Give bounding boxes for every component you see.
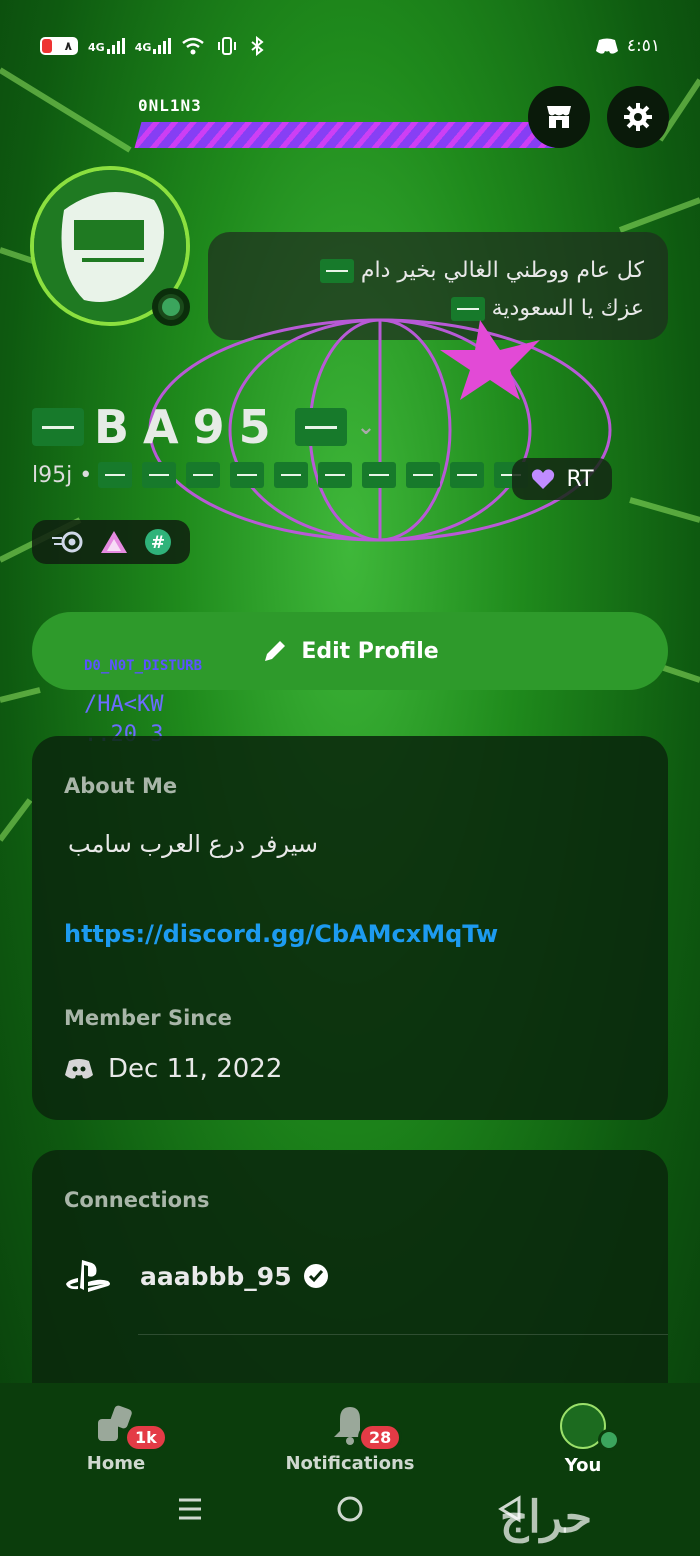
bottom-nav: 1k Home 28 Notifications You — [0, 1383, 700, 1556]
saudi-flag-icon — [406, 462, 441, 488]
signal-icon-2: 4G — [135, 38, 172, 54]
about-card: About Me سيرفر درع العرب سامب https://di… — [32, 736, 668, 1120]
member-since-date: Dec 11, 2022 — [108, 1054, 283, 1084]
edit-profile-button[interactable]: Edit Profile — [32, 612, 668, 690]
server-tag-label: RT — [566, 466, 594, 492]
display-name: BA95 — [94, 400, 285, 454]
tab-home[interactable]: 1k Home — [36, 1403, 196, 1474]
online-bar-decoration — [134, 122, 562, 148]
network-type-1: 4G — [88, 41, 105, 54]
triangle-badge-icon — [100, 531, 127, 553]
status-text-line1: كل عام ووطني الغالي بخير دام — [360, 258, 644, 283]
hack-line1: /HA<KW — [84, 692, 164, 717]
discord-icon — [65, 1059, 93, 1079]
gear-icon — [624, 103, 652, 131]
divider — [138, 1334, 668, 1335]
battery-icon: ٨ — [40, 37, 78, 55]
heart-icon — [532, 469, 555, 489]
member-since-row: Dec 11, 2022 — [64, 1054, 282, 1084]
chevron-down-icon[interactable]: ⌄ — [357, 415, 375, 440]
saudi-flag-icon — [450, 462, 485, 488]
edit-profile-label: Edit Profile — [301, 638, 439, 664]
status-left: ٨ 4G 4G — [40, 36, 265, 56]
dnd-label: D0_N0T_DISTURB — [84, 658, 203, 674]
saudi-flag-icon — [274, 462, 309, 488]
system-nav — [0, 1494, 700, 1524]
notifications-badge: 28 — [358, 1423, 403, 1452]
vibrate-icon — [218, 37, 237, 55]
shop-button[interactable] — [528, 86, 590, 148]
online-label: 0NL1N3 — [138, 96, 202, 115]
bluetooth-icon — [251, 36, 264, 56]
connection-name: aaabbb_95 — [140, 1261, 292, 1291]
home-system-icon[interactable] — [335, 1494, 365, 1524]
saudi-flag-icon — [362, 462, 397, 488]
svg-text:#: # — [151, 533, 165, 553]
battery-level: ٨ — [64, 39, 72, 53]
tab-notifications-label: Notifications — [285, 1453, 415, 1474]
discord-notif-icon — [595, 38, 618, 54]
clock: ٤:٥١ — [626, 36, 660, 56]
connection-item[interactable]: aaabbb_95 — [64, 1258, 330, 1294]
nitro-badge-icon — [51, 531, 83, 553]
saudi-flag-icon — [318, 462, 353, 488]
username-row: l95j • — [32, 462, 532, 488]
tab-home-label: Home — [86, 1453, 146, 1474]
tab-you-label: You — [564, 1455, 602, 1476]
network-type-2: 4G — [134, 41, 152, 54]
home-icon: 1k — [94, 1403, 168, 1452]
bell-icon: 28 — [328, 1403, 403, 1452]
pencil-icon — [265, 641, 286, 661]
member-since-title: Member Since — [64, 1006, 232, 1030]
connections-title: Connections — [64, 1188, 210, 1212]
recents-icon[interactable] — [175, 1494, 205, 1524]
settings-button[interactable] — [607, 86, 669, 148]
saudi-flag-icon — [230, 462, 265, 488]
username: l95j • — [32, 462, 93, 488]
saudi-flag-icon — [32, 408, 84, 446]
home-badge: 1k — [124, 1423, 168, 1452]
signal-icon-1: 4G — [88, 38, 125, 54]
hashtag-badge-icon: # — [145, 529, 172, 555]
status-right: ٤:٥١ — [595, 36, 660, 56]
playstation-icon — [66, 1260, 110, 1292]
shop-icon — [547, 106, 571, 128]
wifi-icon — [182, 37, 205, 55]
invite-link[interactable]: https://discord.gg/CbAMcxMqTw — [64, 920, 498, 948]
saudi-flag-icon — [98, 462, 133, 488]
saudi-flag-icon — [142, 462, 177, 488]
display-name-row[interactable]: BA95 ⌄ — [32, 400, 375, 454]
saudi-flag-icon — [294, 408, 347, 446]
tab-notifications[interactable]: 28 Notifications — [270, 1403, 430, 1474]
saudi-flag-icon — [319, 259, 354, 283]
status-bar: ٨ 4G 4G ٤:٥١ — [40, 30, 660, 62]
verified-icon — [303, 1264, 328, 1288]
about-me-title: About Me — [64, 774, 178, 798]
about-me-text: سيرفر درع العرب سامب — [68, 830, 319, 858]
server-tag-chip[interactable]: RT — [512, 458, 612, 500]
online-status-dot — [598, 1429, 620, 1451]
badges-row[interactable]: # — [32, 520, 190, 564]
watermark-logo: حراج — [500, 1492, 593, 1543]
tab-you[interactable]: You — [503, 1403, 663, 1476]
you-avatar — [560, 1403, 620, 1451]
saudi-flag-icon — [186, 462, 221, 488]
